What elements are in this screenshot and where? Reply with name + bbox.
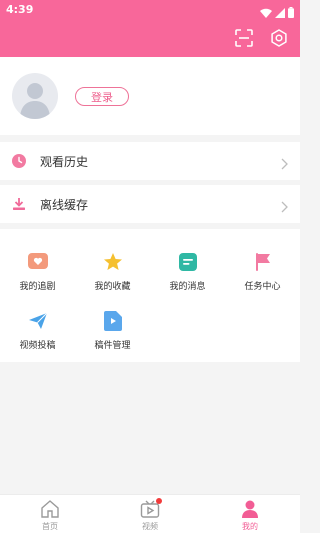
grid-item-video-upload[interactable]: 视频投稿 <box>0 308 75 358</box>
grid-label: 视频投稿 <box>19 341 56 351</box>
status-bar: 4:39 <box>0 0 300 22</box>
tab-home[interactable]: 首页 <box>0 495 100 533</box>
tv-play-icon <box>140 498 162 519</box>
notification-dot <box>156 498 162 504</box>
menu-row-watch-history[interactable]: 观看历史 <box>0 142 300 180</box>
grid-label: 稿件管理 <box>94 341 131 351</box>
grid-item-my-series[interactable]: 我的追剧 <box>0 249 75 299</box>
menu-label-watch-history: 观看历史 <box>40 155 89 169</box>
heart-tv-icon <box>27 251 49 273</box>
grid-item-task-center[interactable]: 任务中心 <box>225 249 300 299</box>
signal-icon <box>275 3 285 22</box>
bottom-nav: 首页 视频 我的 <box>0 494 300 533</box>
profile-card: 登录 <box>0 57 300 135</box>
tab-mine[interactable]: 我的 <box>200 495 300 533</box>
settings-icon[interactable] <box>268 27 290 49</box>
home-icon <box>40 499 60 519</box>
paper-plane-icon <box>27 310 49 332</box>
menu-label-offline-cache: 离线缓存 <box>40 198 89 212</box>
document-icon <box>102 310 124 332</box>
scan-icon[interactable] <box>233 27 255 49</box>
message-icon <box>177 251 199 273</box>
login-button[interactable]: 登录 <box>75 87 129 106</box>
grid-label: 我的追剧 <box>19 282 56 292</box>
grid-item-my-messages[interactable]: 我的消息 <box>150 249 225 299</box>
tab-label-video: 视频 <box>142 522 158 531</box>
grid-label: 我的收藏 <box>94 282 131 292</box>
clock-icon <box>11 153 27 169</box>
grid-item-my-favorites[interactable]: 我的收藏 <box>75 249 150 299</box>
wifi-icon <box>260 3 272 22</box>
download-icon <box>11 196 27 212</box>
default-avatar-icon <box>20 83 50 119</box>
chevron-right-icon <box>280 155 288 170</box>
grid-item-manuscript-management[interactable]: 稿件管理 <box>75 308 150 358</box>
tab-label-home: 首页 <box>42 522 58 531</box>
grid-label: 我的消息 <box>169 282 206 292</box>
menu-row-offline-cache[interactable]: 离线缓存 <box>0 185 300 223</box>
flag-icon <box>252 251 274 273</box>
star-icon <box>102 251 124 273</box>
chevron-right-icon <box>280 198 288 213</box>
grid-label: 任务中心 <box>244 282 281 292</box>
status-icons <box>260 3 294 22</box>
person-icon <box>240 499 260 519</box>
top-header: 4:39 <box>0 0 300 57</box>
feature-grid: 我的追剧 我的收藏 我的消息 任务中心 视频投稿 稿件管理 <box>0 229 300 362</box>
tab-label-mine: 我的 <box>242 522 258 531</box>
battery-icon <box>288 3 294 22</box>
tab-video[interactable]: 视频 <box>100 495 200 533</box>
avatar[interactable] <box>12 73 58 119</box>
status-time: 4:39 <box>6 3 34 16</box>
